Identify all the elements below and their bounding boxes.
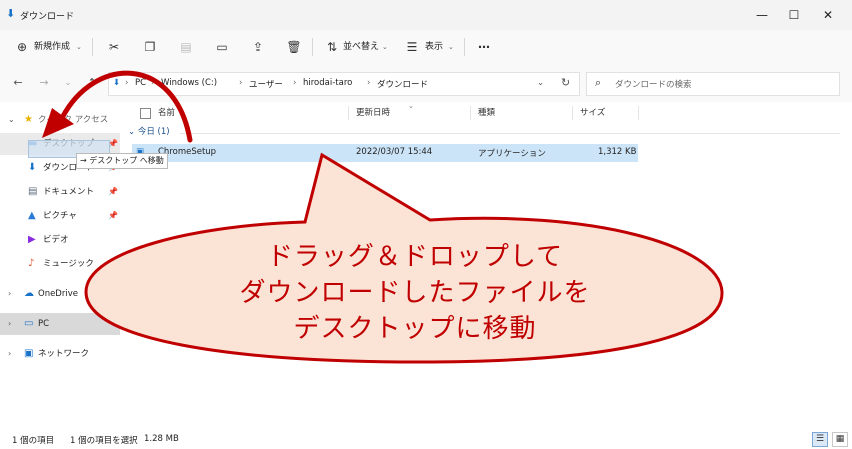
selected-count: 1 個の項目を選択: [70, 436, 138, 446]
annotation-overlay: [42, 70, 724, 364]
drag-arrowhead: [42, 108, 74, 138]
status-bar: 1 個の項目 1 個の項目を選択 1.28 MB ☰ ▦: [0, 424, 852, 449]
callout-line-3: デスクトップに移動: [293, 314, 537, 344]
tiles-view-icon[interactable]: ▦: [832, 432, 848, 447]
drag-arrow-shape: [59, 70, 193, 143]
item-count: 1 個の項目: [12, 436, 55, 446]
callout-line-1: ドラッグ＆ドロップして: [266, 242, 564, 272]
callout-line-2: ダウンロードしたファイルを: [239, 278, 591, 308]
selected-size: 1.28 MB: [144, 434, 179, 444]
details-view-icon[interactable]: ☰: [812, 432, 828, 447]
